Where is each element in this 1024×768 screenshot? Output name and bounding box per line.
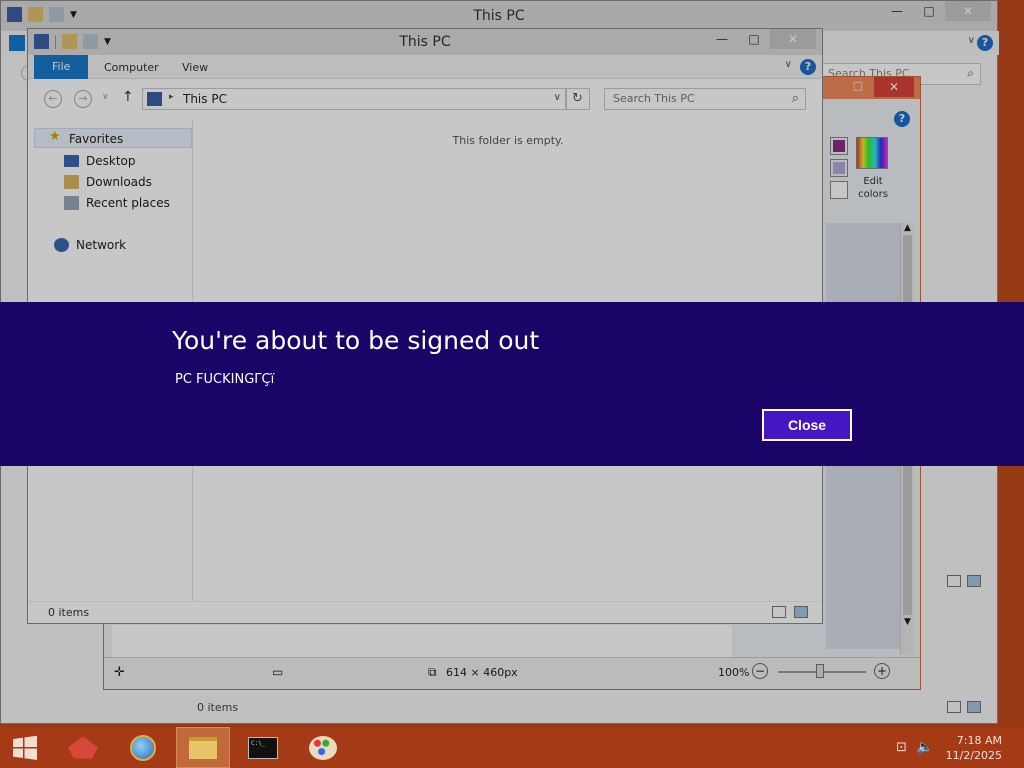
system-tray: ⊡ 🔈 bbox=[896, 727, 933, 768]
command-prompt-icon: C:\_ bbox=[248, 736, 278, 759]
taskbar-command-prompt-button[interactable]: C:\_ bbox=[236, 727, 290, 768]
clock-time: 7:18 AM bbox=[956, 733, 1002, 747]
banner-title: You're about to be signed out bbox=[172, 326, 540, 355]
start-icon bbox=[13, 735, 37, 760]
volume-muted-icon[interactable]: 🔈 bbox=[917, 740, 933, 755]
app-icon bbox=[68, 736, 98, 759]
taskbar: C:\_ ⊡ 🔈 7:18 AM 11/2/2025 bbox=[0, 727, 1024, 768]
banner-message: PC FUCKINGΓÇï bbox=[175, 372, 275, 387]
network-tray-icon[interactable]: ⊡ bbox=[896, 740, 907, 755]
taskbar-app-button[interactable] bbox=[56, 727, 110, 768]
taskbar-paint-button[interactable] bbox=[296, 727, 350, 768]
taskbar-browser-button[interactable] bbox=[116, 727, 170, 768]
file-explorer-icon bbox=[189, 736, 217, 759]
taskbar-file-explorer-button[interactable] bbox=[176, 727, 230, 768]
browser-icon bbox=[130, 734, 156, 761]
paint-icon bbox=[309, 735, 337, 760]
clock[interactable]: 7:18 AM 11/2/2025 bbox=[946, 727, 1002, 768]
signout-banner: You're about to be signed out PC FUCKING… bbox=[0, 302, 1024, 466]
clock-date: 11/2/2025 bbox=[945, 748, 1002, 762]
close-button[interactable]: Close bbox=[762, 409, 852, 441]
start-button[interactable] bbox=[0, 727, 50, 768]
